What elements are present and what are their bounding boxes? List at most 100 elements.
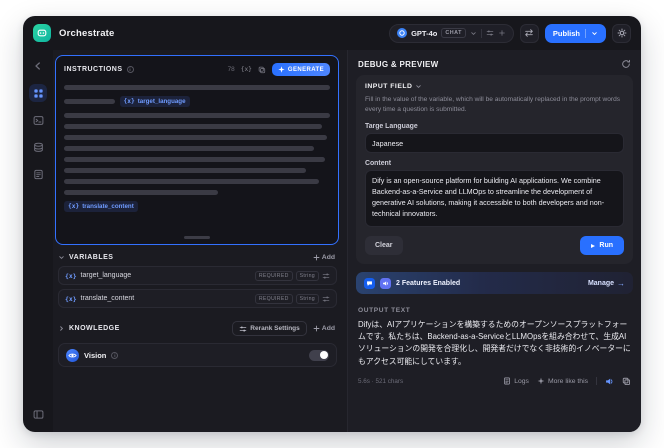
more-like-this-label: More like this [547,377,588,385]
sidebar-item-orchestrate[interactable] [29,84,47,102]
run-button[interactable]: Run [580,236,624,256]
orchestrate-panel: INSTRUCTIONS i 78 {x} GENERATE {x} targe… [53,50,347,432]
divider [585,28,586,38]
skeleton-line [64,113,330,118]
plus-icon [313,254,320,261]
copy-output-button[interactable] [622,377,631,386]
divider [596,377,597,386]
divider [480,28,482,38]
output-actions: Logs More like this [503,377,631,386]
main-body: INSTRUCTIONS i 78 {x} GENERATE {x} targe… [23,50,641,432]
restore-history-icon[interactable] [519,23,539,43]
model-params-icon [486,29,494,37]
variables-header[interactable]: VARIABLES Add [55,245,339,266]
generate-label: GENERATE [287,66,324,73]
more-like-this-button[interactable]: More like this [537,377,588,385]
app-window: Orchestrate GPT-4o CHAT Publish INSTRUCT… [23,16,641,432]
chevron-down-icon [470,30,477,37]
vision-toggle[interactable] [309,349,329,361]
sidebar-item-logs-stack[interactable] [29,138,47,156]
back-arrow-icon[interactable] [29,57,47,75]
variable-chip-target-language[interactable]: {x} target_language [119,96,190,107]
collapse-panel-icon[interactable] [29,405,47,423]
features-count-label: 2 Features Enabled [396,279,461,287]
skeleton-line [64,124,323,129]
required-badge: REQUIRED [254,293,293,304]
instructions-header: INSTRUCTIONS i 78 {x} GENERATE [64,63,330,76]
variable-settings-icon[interactable] [322,272,330,280]
variable-name: target_language [80,272,132,279]
variable-name: translate_content [80,295,135,302]
sidebar-item-api-terminal[interactable] [29,111,47,129]
model-name: GPT-4o [411,28,438,38]
output-title: OUTPUT TEXT [358,307,411,315]
knowledge-title: KNOWLEDGE [69,325,120,332]
chevron-down-icon [592,31,597,35]
target-language-label: Targe Language [365,122,418,130]
skeleton-line [64,99,115,104]
speaker-button[interactable] [605,377,614,386]
publish-button[interactable]: Publish [544,23,606,43]
skeleton-line [64,85,330,90]
variable-row-target-language[interactable]: {x} target_language REQUIRED String [58,266,337,285]
sidebar [23,50,53,432]
model-temperature-icon [498,29,506,37]
eye-icon [66,348,79,362]
features-bar[interactable]: 2 Features Enabled Manage → [356,272,633,295]
copy-icon[interactable] [258,66,266,74]
manage-features-link[interactable]: Manage → [588,279,625,288]
refresh-icon[interactable] [621,59,631,69]
variable-settings-icon[interactable] [322,295,330,303]
input-field-header[interactable]: INPUT FIELD [365,83,624,90]
add-label: Add [321,254,335,261]
add-label: Add [321,325,335,332]
sidebar-item-annotations[interactable] [29,165,47,183]
logs-button[interactable]: Logs [503,377,529,385]
speaker-icon [606,378,613,384]
instructions-title: INSTRUCTIONS [64,66,123,73]
arrow-right-icon: → [617,278,625,288]
clear-button[interactable]: Clear [365,236,403,256]
skeleton-line [64,190,219,195]
type-badge: String [295,270,319,281]
generate-button[interactable]: GENERATE [271,63,330,76]
knowledge-header[interactable]: KNOWLEDGE Rerank Settings Add [55,312,339,341]
toggle-knob [319,351,328,359]
settings-gear-button[interactable] [612,23,631,43]
resize-handle[interactable] [184,236,210,239]
variable-symbol: {x} [65,294,77,303]
model-selector[interactable]: GPT-4o CHAT [389,23,514,43]
insert-variable-icon[interactable]: {x} [241,66,252,73]
feature-opener-icon [364,277,375,289]
sparkle-icon [537,377,545,385]
header-actions: GPT-4o CHAT Publish [389,23,631,43]
input-field-title: INPUT FIELD [365,83,413,90]
app-logo-icon [33,24,51,42]
skeleton-row: {x} translate_content [64,201,330,212]
vision-card: Vision i [58,343,337,367]
skeleton-line [64,157,325,162]
output-text: Difyは、AIアプリケーションを構築するためのオープンソースプラットフォームで… [358,320,631,366]
model-mode-badge: CHAT [441,28,466,38]
info-icon: i [126,66,134,73]
debug-header: DEBUG & PREVIEW [348,50,641,75]
page-title: Orchestrate [59,27,115,39]
add-variable-button[interactable]: Add [313,254,335,261]
content-label: Content [365,160,392,168]
rerank-settings-button[interactable]: Rerank Settings [232,321,307,336]
add-knowledge-button[interactable]: Add [313,325,335,332]
target-language-input[interactable] [365,133,624,154]
variable-chip-label: translate_content [82,203,134,210]
chevron-down-icon [58,254,65,261]
skeleton-line [64,146,315,151]
type-badge: String [295,293,319,304]
input-field-card: INPUT FIELD Fill in the value of the var… [356,75,633,265]
content-textarea[interactable]: Dify is an open-source platform for buil… [365,170,624,228]
variable-row-translate-content[interactable]: {x} translate_content REQUIRED String [58,289,337,308]
chevron-down-icon [415,83,422,90]
variable-chip-translate-content[interactable]: {x} translate_content [64,201,138,212]
variables-title: VARIABLES [69,254,114,261]
debug-preview-panel: DEBUG & PREVIEW INPUT FIELD Fill in the … [347,50,641,432]
feature-tts-icon [380,277,391,289]
logs-label: Logs [514,377,529,385]
